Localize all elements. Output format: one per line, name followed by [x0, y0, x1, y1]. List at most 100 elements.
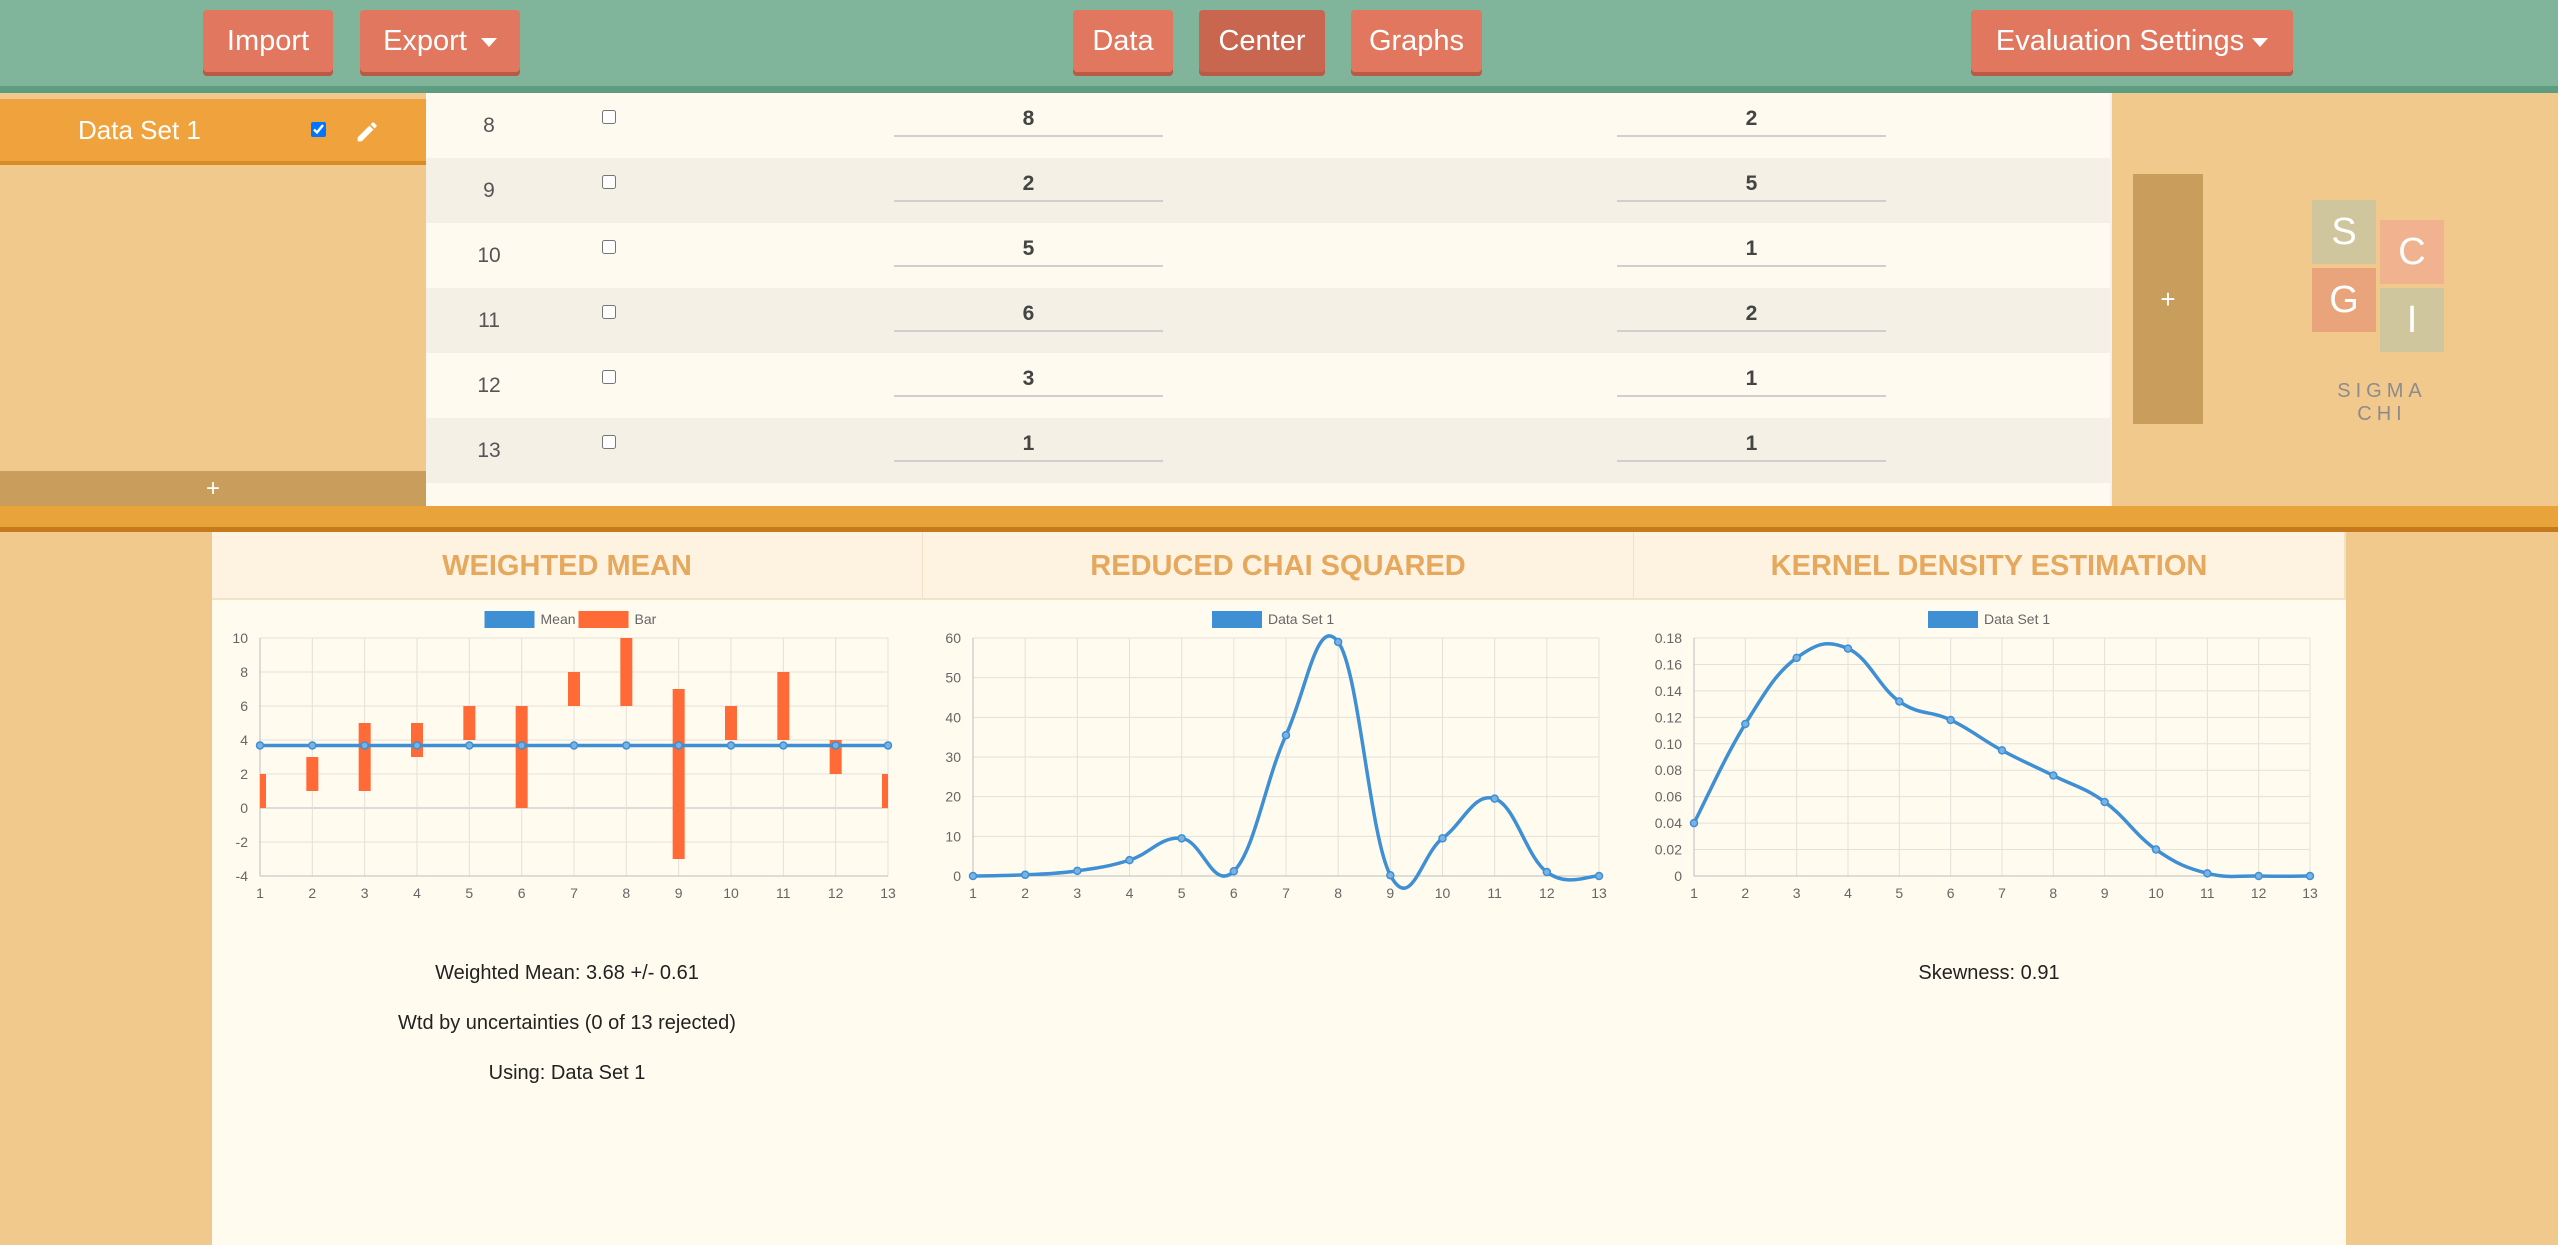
row-reject-checkbox[interactable] — [602, 110, 616, 124]
kde-panel: Kernel Density Estimation Data Set 1 0 0.0… — [1634, 532, 2346, 1245]
legend-label: Data Set 1 — [1984, 611, 2050, 627]
row-reject-checkbox[interactable] — [602, 175, 616, 189]
chevron-down-icon — [480, 37, 497, 47]
value-input[interactable] — [894, 168, 1163, 202]
using-dataset-note: Using: Data Set 1 — [488, 1062, 646, 1084]
data-point — [465, 741, 474, 750]
uncertainty-input[interactable] — [1617, 233, 1886, 267]
center-tab-button[interactable]: Center — [1199, 10, 1325, 72]
value-input[interactable] — [894, 298, 1163, 332]
y-tick-label: 20 — [945, 789, 961, 805]
legend-swatch — [578, 611, 629, 628]
row-index: 12 — [477, 374, 501, 397]
y-tick-label: -2 — [236, 834, 249, 850]
data-point — [1792, 653, 1801, 663]
row-index: 9 — [483, 179, 495, 202]
row-reject-checkbox[interactable] — [602, 435, 616, 449]
legend-swatch — [484, 611, 535, 628]
legend-label: Data Set 1 — [1268, 611, 1334, 627]
data-point — [1946, 715, 1955, 725]
data-point — [360, 741, 369, 750]
table-scrollbar[interactable] — [2110, 93, 2112, 506]
data-point — [1438, 834, 1447, 843]
data-point — [308, 741, 317, 750]
data-point — [1895, 697, 1904, 706]
y-tick-label: 0.02 — [1655, 842, 1682, 858]
bar — [620, 638, 633, 706]
data-point — [2305, 871, 2315, 881]
row-reject-checkbox[interactable] — [602, 240, 616, 254]
x-tick-label: 10 — [1435, 885, 1451, 901]
x-tick-label: 9 — [2101, 885, 2109, 901]
graphs-tab-button[interactable]: Graphs — [1351, 10, 1482, 72]
row-reject-checkbox[interactable] — [602, 305, 616, 319]
legend-label: Mean — [541, 611, 576, 627]
x-tick-label: 1 — [969, 885, 977, 901]
legend-swatch — [1928, 611, 1978, 628]
data-point — [1689, 818, 1699, 828]
data-point — [2049, 771, 2058, 780]
add-column-button[interactable]: + — [2133, 174, 2203, 424]
graphs-tab-label: Graphs — [1368, 25, 1465, 57]
dataset-visibility-checkbox[interactable] — [311, 122, 326, 137]
y-tick-label: 40 — [945, 709, 961, 725]
bar — [515, 706, 528, 808]
row-reject-checkbox[interactable] — [602, 370, 616, 384]
table-row: 8 — [426, 93, 2110, 158]
reduced-chi-squared-chart[interactable]: Data Set 101020304050601 2 3 4 5 6 7 8 9 10 11 12 13 — [923, 608, 1633, 1018]
y-tick-label: 0.10 — [1655, 736, 1682, 752]
data-point — [2151, 845, 2161, 854]
x-tick-label: 7 — [570, 885, 578, 901]
uncertainty-input[interactable] — [1617, 428, 1886, 462]
graph-panels: Weighted Mean Mean Bar -4 -2 0 2 4 6 8 10 1 2 3 4 5 6 7 8… — [212, 532, 2346, 1245]
x-tick-label: 1 — [256, 885, 264, 901]
legend-swatch — [1212, 611, 1262, 628]
data-point — [1281, 730, 1291, 740]
value-input[interactable] — [894, 428, 1163, 462]
dataset-item[interactable]: Data Set 1 — [0, 99, 426, 165]
export-button[interactable]: Export — [360, 10, 520, 72]
logo-text: SIGMA CHI — [2337, 380, 2427, 425]
data-point — [1073, 866, 1082, 876]
x-tick-label: 12 — [828, 885, 844, 901]
x-tick-label: 12 — [2251, 885, 2267, 901]
add-dataset-button[interactable]: + — [0, 471, 426, 506]
x-tick-label: 13 — [1591, 885, 1607, 901]
kde-chart[interactable]: Data Set 1 0 0.02 0.04 0.06 0.08 0.10 0.12 0.14 0… — [1634, 608, 2344, 1018]
data-point — [831, 741, 840, 750]
panel-title: Weighted Mean — [212, 532, 924, 600]
value-input[interactable] — [894, 103, 1163, 137]
data-point — [1125, 855, 1134, 865]
pencil-icon[interactable] — [352, 113, 386, 147]
uncertainty-input[interactable] — [1617, 103, 1886, 137]
data-point — [726, 741, 736, 750]
data-point — [1020, 870, 1030, 880]
skewness-result: Skewness: 0.91 — [1918, 962, 2060, 984]
uncertainty-input[interactable] — [1617, 363, 1886, 397]
table-row: 9 — [426, 158, 2110, 223]
value-input[interactable] — [894, 233, 1163, 267]
bar — [411, 723, 423, 757]
y-tick-label: 2 — [240, 766, 248, 782]
data-point — [569, 741, 579, 750]
bar — [260, 774, 266, 808]
uncertainty-input[interactable] — [1617, 168, 1886, 202]
data-tab-button[interactable]: Data — [1073, 10, 1173, 72]
evaluation-settings-button[interactable]: Evaluation Settings — [1971, 10, 2293, 72]
logo-letter-c: C — [2380, 220, 2444, 284]
x-tick-label: 9 — [1386, 885, 1394, 901]
y-tick-label: 10 — [945, 828, 961, 844]
value-input[interactable] — [894, 363, 1163, 397]
y-tick-label: 60 — [945, 630, 961, 646]
data-point — [1741, 719, 1750, 729]
center-tab-label: Center — [1218, 25, 1306, 57]
export-button-label: Export — [383, 25, 467, 57]
dataset-sidebar: Data Set 1 + — [0, 93, 426, 506]
bar — [672, 689, 685, 859]
uncertainty-input[interactable] — [1617, 298, 1886, 332]
y-tick-label: 0.14 — [1655, 683, 1682, 699]
import-button[interactable]: Import — [203, 10, 333, 72]
y-tick-label: 0.12 — [1655, 709, 1682, 725]
weighted-mean-chart[interactable]: Mean Bar-4-202468101 2 3 4 5 6 7 8 9 10 11 12 13 — [212, 608, 922, 1018]
panel-title: Reduced Chai Squared — [923, 532, 1635, 600]
